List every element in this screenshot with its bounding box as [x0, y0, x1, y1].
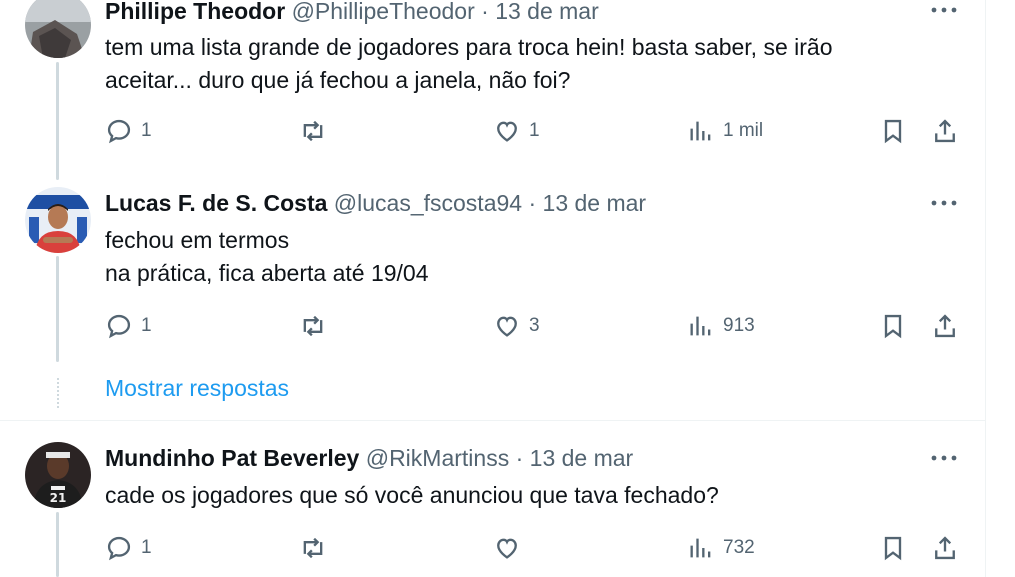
avatar[interactable]: [25, 187, 91, 253]
tweet-actions: 1 3 913: [105, 310, 965, 342]
views-button[interactable]: 1 mil: [687, 115, 763, 147]
tweet-text: fechou em termos na prática, fica aberta…: [105, 227, 429, 286]
like-count: 3: [529, 315, 540, 336]
retweet-icon: [303, 537, 323, 559]
author-name[interactable]: Mundinho Pat Beverley: [105, 445, 359, 471]
author-handle[interactable]: @PhillipeTheodor: [292, 0, 475, 24]
more-icon: [931, 455, 957, 461]
tweet-date[interactable]: 13 de mar: [543, 190, 647, 216]
bookmark-icon: [884, 119, 902, 144]
like-button[interactable]: 3: [493, 310, 540, 342]
bookmark-button[interactable]: [879, 310, 907, 342]
tweet-text: cade os jogadores que só você anunciou q…: [105, 482, 719, 508]
tweet-date[interactable]: 13 de mar: [495, 0, 599, 24]
share-icon: [935, 314, 955, 338]
share-button[interactable]: [931, 115, 959, 147]
thread-dotted-connector: [57, 378, 59, 408]
views-button[interactable]: 732: [687, 532, 755, 564]
tweet-header: Lucas F. de S. Costa @lucas_fscosta94 · …: [105, 189, 646, 217]
views-count: 1 mil: [723, 120, 764, 141]
reply-icon: [107, 314, 131, 339]
tweet-header: Mundinho Pat Beverley @RikMartinss · 13 …: [105, 444, 633, 472]
share-button[interactable]: [931, 310, 959, 342]
views-count: 913: [723, 315, 755, 336]
reply-count: 1: [141, 537, 152, 558]
separator-dot: ·: [481, 0, 489, 24]
more-options-button[interactable]: [930, 446, 958, 470]
tweet-actions: 1 1 1 mil: [105, 115, 965, 147]
thread-connector: [56, 512, 59, 577]
bookmark-button[interactable]: [879, 115, 907, 147]
tweet-actions: 1 732: [105, 532, 965, 564]
reply-icon: [107, 119, 131, 144]
retweet-icon: [303, 120, 323, 142]
like-button[interactable]: 1: [493, 115, 540, 147]
like-icon: [497, 316, 517, 337]
svg-text:21: 21: [50, 491, 67, 505]
views-icon: [690, 121, 711, 141]
avatar[interactable]: [25, 0, 91, 58]
author-name[interactable]: Lucas F. de S. Costa: [105, 190, 327, 216]
thread-connector: [56, 256, 59, 362]
like-button[interactable]: [493, 532, 529, 564]
retweet-button[interactable]: [299, 532, 335, 564]
more-options-button[interactable]: [930, 0, 958, 22]
thread-connector: [56, 62, 59, 180]
show-replies-link[interactable]: Mostrar respostas: [105, 375, 289, 402]
tweet-text: tem uma lista grande de jogadores para t…: [105, 34, 833, 93]
share-icon: [935, 119, 955, 143]
views-button[interactable]: 913: [687, 310, 755, 342]
like-icon: [497, 538, 517, 559]
reply-count: 1: [141, 315, 152, 336]
share-icon: [935, 536, 955, 560]
more-icon: [931, 200, 957, 206]
like-icon: [497, 121, 517, 142]
column-border: [985, 0, 986, 577]
reply-count: 1: [141, 120, 152, 141]
avatar[interactable]: 21: [25, 442, 91, 508]
separator-dot: ·: [528, 190, 537, 216]
views-icon: [690, 316, 711, 336]
author-handle[interactable]: @lucas_fscosta94: [334, 190, 522, 216]
like-count: 1: [529, 120, 540, 141]
retweet-button[interactable]: [299, 115, 335, 147]
more-icon: [931, 7, 957, 13]
reply-icon: [107, 536, 131, 561]
bookmark-icon: [884, 536, 902, 561]
retweet-button[interactable]: [299, 310, 335, 342]
reply-button[interactable]: 1: [105, 115, 152, 147]
share-button[interactable]: [931, 532, 959, 564]
retweet-icon: [303, 315, 323, 337]
author-handle[interactable]: @RikMartinss: [366, 445, 509, 471]
separator-dot: ·: [515, 445, 524, 471]
views-icon: [690, 538, 711, 558]
bookmark-icon: [884, 314, 902, 339]
reply-button[interactable]: 1: [105, 310, 152, 342]
more-options-button[interactable]: [930, 191, 958, 215]
author-name[interactable]: Phillipe Theodor: [105, 0, 285, 24]
divider: [0, 420, 985, 421]
bookmark-button[interactable]: [879, 532, 907, 564]
tweet-date[interactable]: 13 de mar: [530, 445, 634, 471]
views-count: 732: [723, 537, 755, 558]
tweet-header: Phillipe Theodor @PhillipeTheodor · 13 d…: [105, 0, 599, 25]
reply-button[interactable]: 1: [105, 532, 152, 564]
